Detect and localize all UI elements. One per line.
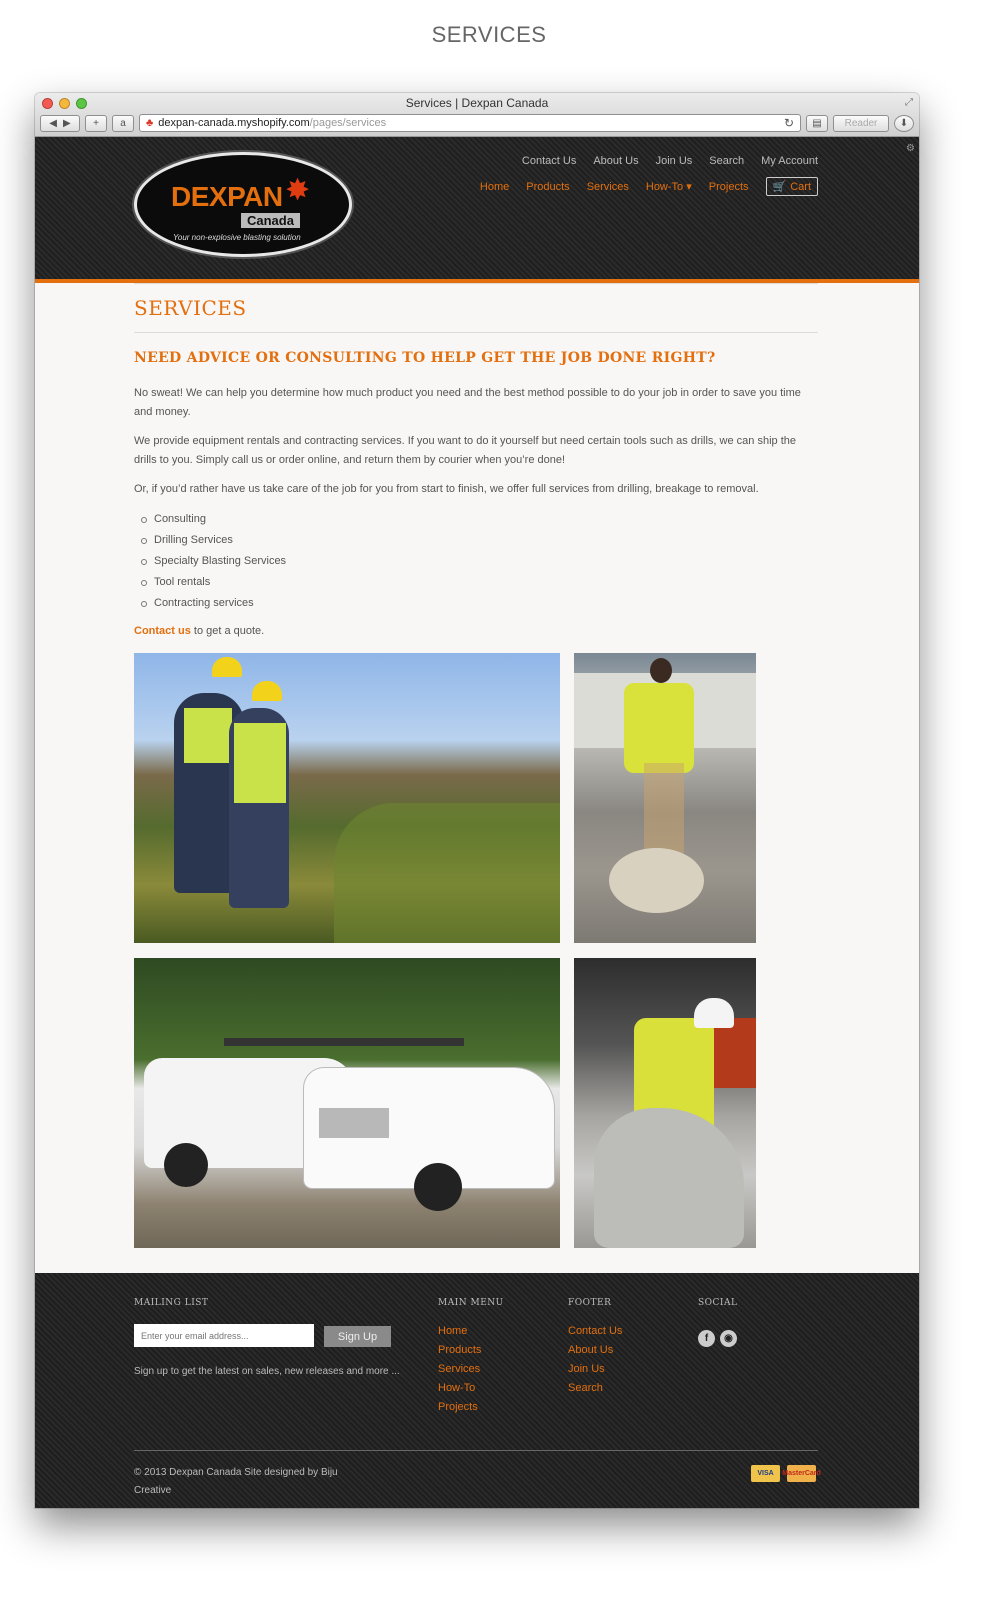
snippet-icon: ▤ <box>812 117 822 129</box>
footer-link-about-us[interactable]: About Us <box>568 1344 622 1356</box>
footer-link-services[interactable]: Services <box>438 1363 481 1375</box>
nav-search[interactable]: Search <box>709 155 744 167</box>
list-item: Tool rentals <box>141 572 818 593</box>
rentals-paragraph: We provide equipment rentals and contrac… <box>134 435 796 466</box>
reload-icon[interactable]: ↻ <box>784 116 794 130</box>
footer-link-home[interactable]: Home <box>438 1325 481 1337</box>
url-path: /pages/services <box>309 117 387 129</box>
back-forward-buttons[interactable]: ◀ ▶ <box>40 114 80 132</box>
footer-main-menu: Home Products Services How-To Projects <box>438 1325 481 1413</box>
footer-link-projects[interactable]: Projects <box>438 1401 481 1413</box>
browser-toolbar: ◀ ▶ + a ♣ dexpan-canada.myshopify.com/pa… <box>40 113 914 133</box>
site-header: DEXPAN ✸ Canada Your non-explosive blast… <box>35 137 919 283</box>
nav-home[interactable]: Home <box>480 181 509 193</box>
section-subtitle: NEED ADVICE OR CONSULTING TO HELP GET TH… <box>134 350 716 366</box>
plus-icon: + <box>93 117 99 129</box>
sign-up-button[interactable]: Sign Up <box>324 1326 391 1347</box>
utility-nav: Contact Us About Us Join Us Search My Ac… <box>522 155 818 167</box>
url-host: dexpan-canada.myshopify.com <box>158 117 310 129</box>
divider <box>134 283 818 284</box>
cart-icon: 🛒 <box>772 181 787 193</box>
list-item: Drilling Services <box>141 530 818 551</box>
social-icons: f ◉ <box>698 1330 737 1347</box>
payment-cards: VISA MasterCard <box>751 1465 821 1482</box>
browser-chrome: Services | Dexpan Canada ⤢ ◀ ▶ + a ♣ dex… <box>35 93 919 137</box>
footer-link-products[interactable]: Products <box>438 1344 481 1356</box>
nav-about-us[interactable]: About Us <box>593 155 638 167</box>
social-heading: SOCIAL <box>698 1298 738 1308</box>
contact-us-link[interactable]: Contact us <box>134 625 191 637</box>
add-bookmark-button[interactable]: + <box>85 114 107 132</box>
photo-gallery <box>134 653 774 1248</box>
logo-wordmark: DEXPAN <box>171 181 283 212</box>
logo-tagline: Your non-explosive blasting solution <box>173 233 301 242</box>
mailing-list-note: Sign up to get the latest on sales, new … <box>134 1366 400 1377</box>
footer-menu-heading: FOOTER <box>568 1298 612 1308</box>
snippet-button[interactable]: ▤ <box>806 114 828 132</box>
quote-text: to get a quote. <box>190 625 265 637</box>
facebook-icon[interactable]: f <box>698 1330 715 1347</box>
intro-paragraph: No sweat! We can help you determine how … <box>134 387 801 418</box>
maple-leaf-icon: ✸ <box>285 174 311 207</box>
footer-link-contact-us[interactable]: Contact Us <box>568 1325 622 1337</box>
rss-icon[interactable]: ◉ <box>720 1330 737 1347</box>
reader-button[interactable]: Reader <box>833 114 889 132</box>
settings-icon[interactable]: ⚙ <box>906 143 915 154</box>
nav-my-account[interactable]: My Account <box>761 155 818 167</box>
dexpan-logo[interactable]: DEXPAN ✸ Canada Your non-explosive blast… <box>134 152 352 257</box>
nav-how-to[interactable]: How-To ▾ <box>646 180 692 193</box>
fullscreen-icon[interactable]: ⤢ <box>905 97 913 108</box>
page-caption: SERVICES <box>431 22 547 47</box>
forward-arrow-icon[interactable]: ▶ <box>63 118 71 129</box>
browser-window: Services | Dexpan Canada ⤢ ◀ ▶ + a ♣ dex… <box>35 93 919 1508</box>
amazon-bookmark-button[interactable]: a <box>112 114 134 132</box>
downloads-button[interactable]: ⬇ <box>894 114 914 132</box>
nav-contact-us[interactable]: Contact Us <box>522 155 576 167</box>
back-arrow-icon[interactable]: ◀ <box>49 118 57 129</box>
download-icon: ⬇ <box>899 117 909 129</box>
page-title: SERVICES <box>134 296 247 320</box>
divider <box>134 332 818 333</box>
worker-drilling-rock-photo <box>574 653 756 943</box>
main-content: SERVICES NEED ADVICE OR CONSULTING TO HE… <box>134 283 818 651</box>
cart-button[interactable]: 🛒 Cart <box>765 177 818 196</box>
cart-label: Cart <box>790 180 811 193</box>
nav-products[interactable]: Products <box>526 181 569 193</box>
main-menu-heading: MAIN MENU <box>438 1298 504 1308</box>
main-nav: Home Products Services How-To ▾ Projects… <box>480 177 818 196</box>
workers-on-cliff-photo <box>134 653 560 943</box>
site-footer: MAILING LIST Sign Up Sign up to get the … <box>35 1273 919 1508</box>
visa-icon: VISA <box>751 1465 780 1482</box>
email-input[interactable] <box>134 1324 314 1347</box>
worker-breaking-rock-photo <box>574 958 756 1248</box>
full-service-paragraph: Or, if you’d rather have us take care of… <box>134 483 759 495</box>
amazon-icon: a <box>120 117 126 129</box>
address-bar[interactable]: ♣ dexpan-canada.myshopify.com/pages/serv… <box>139 114 801 132</box>
maple-leaf-favicon-icon: ♣ <box>146 117 154 129</box>
nav-how-to-label: How-To <box>645 181 684 193</box>
services-list: Consulting Drilling Services Specialty B… <box>141 509 818 614</box>
footer-divider <box>134 1450 818 1451</box>
company-trucks-photo <box>134 958 560 1248</box>
nav-services[interactable]: Services <box>587 181 629 193</box>
list-item: Consulting <box>141 509 818 530</box>
logo-canada: Canada <box>241 213 300 228</box>
window-title: Services | Dexpan Canada <box>405 96 549 110</box>
nav-projects[interactable]: Projects <box>709 181 749 193</box>
mastercard-icon: MasterCard <box>782 1465 821 1482</box>
chevron-down-icon: ▾ <box>686 181 692 193</box>
copyright-text: © 2013 Dexpan Canada Site designed by Bi… <box>134 1467 338 1496</box>
footer-link-search[interactable]: Search <box>568 1382 622 1394</box>
list-item: Contracting services <box>141 593 818 614</box>
footer-link-join-us[interactable]: Join Us <box>568 1363 622 1375</box>
list-item: Specialty Blasting Services <box>141 551 818 572</box>
mailing-list-heading: MAILING LIST <box>134 1298 209 1308</box>
footer-secondary-menu: Contact Us About Us Join Us Search <box>568 1325 622 1394</box>
nav-join-us[interactable]: Join Us <box>656 155 693 167</box>
quote-line: Contact us to get a quote. <box>134 622 818 641</box>
footer-link-how-to[interactable]: How-To <box>438 1382 481 1394</box>
